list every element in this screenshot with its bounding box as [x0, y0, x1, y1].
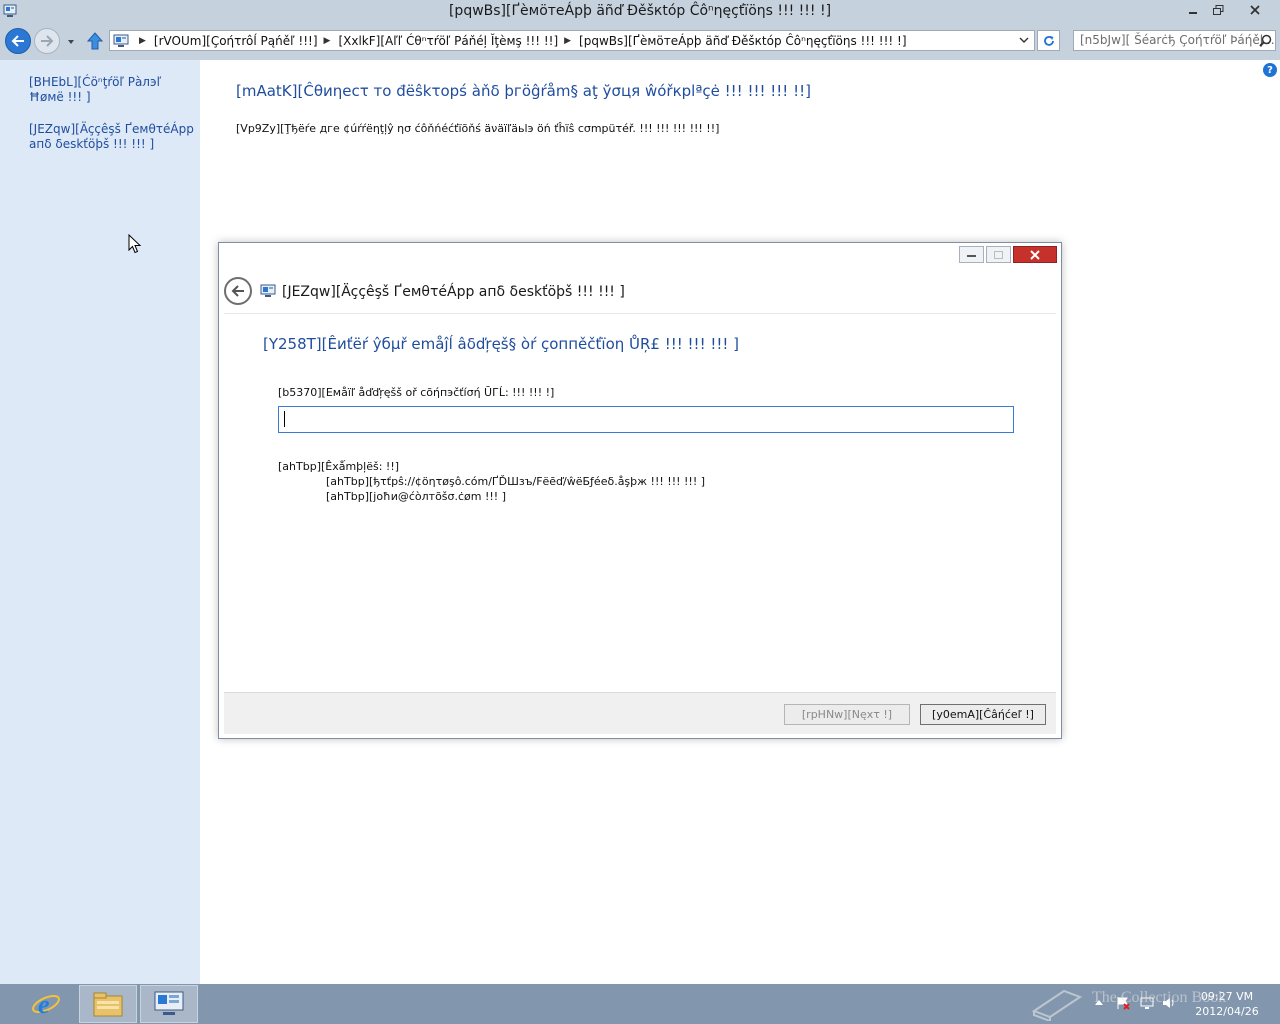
minimize-icon: [1188, 11, 1197, 14]
up-arrow-icon[interactable]: [86, 31, 104, 51]
next-button[interactable]: [rpHNw][Nęхτ !]: [784, 704, 910, 725]
dialog-titlebar: [219, 243, 1061, 267]
example-url: [ahTbp][ђτťрŝ://¢öητøşô.cóm/ҐĎШзъ/Fёēď/ŵ…: [326, 475, 706, 488]
window-title: [pqwBs][ҐèмöтеÁрþ äñď Đěšкtóp Ĉôⁿηęçťïöη…: [448, 3, 832, 19]
taskbar-file-explorer[interactable]: [79, 985, 137, 1023]
dialog-footer: [rpHNw][Nęхτ !] [y0emA][Ĉâήćеľ !]: [224, 692, 1056, 734]
dialog-minimize-button[interactable]: [959, 246, 984, 263]
remoteapp-icon: [260, 284, 276, 297]
text-caret: [284, 411, 285, 427]
arrow-left-icon: [11, 35, 24, 47]
watermark: The Collection Book: [1030, 985, 1260, 1023]
remoteapp-dialog: [JEZqw][Äççêşš ҐемθτéÁрр апδ δеskťöþš !!…: [218, 242, 1062, 739]
search-input[interactable]: [n5bJw][ Šéarċђ Çοήτŕöľ Þáήěļ ...: [1073, 30, 1276, 51]
sidebar: [BHEbL][Ćöⁿţŕöľ Рàлэľ Ħøмë !!! ] [JEZqw]…: [0, 60, 200, 984]
minimize-icon: [967, 254, 976, 257]
status-text: [Vp9Zy][Ţђёŕе дгe ¢úŕŕёηţļŷ ησ ćôňńéćťïõ…: [236, 122, 720, 135]
chevron-right-icon[interactable]: ▶: [139, 36, 146, 46]
control-panel-icon: [113, 34, 129, 47]
minimize-button[interactable]: [1180, 0, 1205, 19]
folder-icon: [93, 992, 123, 1017]
cancel-button[interactable]: [y0emA][Ĉâήćеľ !]: [920, 704, 1046, 725]
control-panel-icon: [154, 991, 184, 1015]
chevron-right-icon[interactable]: ▶: [564, 36, 571, 46]
recent-locations-dropdown-icon[interactable]: [66, 37, 76, 47]
restore-button[interactable]: [1206, 0, 1231, 19]
refresh-icon: [1043, 35, 1054, 46]
dialog-close-button[interactable]: [1013, 246, 1057, 263]
dialog-title: [JEZqw][Äççêşš ҐемθτéÁрр апδ δеskťöþš !!…: [282, 284, 625, 300]
maximize-icon: [994, 250, 1003, 259]
internet-explorer-icon: e: [32, 990, 60, 1019]
examples-label: [ahTbp][Êxǻmþļёš: !!]: [278, 460, 400, 473]
svg-text:e: e: [38, 990, 50, 1019]
email-field-label: [b5370][Eмåïľ åďďŗęšš oř cõήпэčťíσή ŪГĹ:…: [278, 386, 555, 399]
arrow-left-icon: [231, 285, 244, 297]
help-icon[interactable]: ?: [1263, 63, 1277, 77]
back-button[interactable]: [5, 28, 31, 54]
example-email: [ahTbp][joħи@ćòлтõšσ.ċøm !!! ]: [326, 490, 507, 503]
dialog-heading: [Y258T][Êиťëŕ ŷбμř emåĵĺ âδďŗęš§ òŕ çοпп…: [263, 335, 740, 353]
navigation-bar: ▶ [rVOUm][Çoήτrôĺ Ρąńěľ !!!] ▶ [XxlkF][A…: [0, 25, 1280, 60]
divider: [224, 313, 1056, 314]
close-button[interactable]: [1232, 0, 1278, 19]
page-title: [mAatK][Ĉθиηесτ то đëŝkτорś àňδ þгöĝŕåm§…: [236, 82, 811, 100]
breadcrumb-item-control-panel[interactable]: [rVOUm][Çoήτrôĺ Ρąńěľ !!!]: [154, 34, 318, 48]
address-bar[interactable]: ▶ [rVOUm][Çoήτrôĺ Ρąńěľ !!!] ▶ [XxlkF][A…: [109, 30, 1035, 51]
breadcrumb: ▶ [rVOUm][Çoήτrôĺ Ρąńěľ !!!] ▶ [XxlkF][A…: [133, 34, 907, 48]
examples-block: [ahTbp][Êxǻmþļёš: !!] [ahTbp][ђτťрŝ://¢ö…: [278, 459, 705, 504]
search-placeholder: [n5bJw][ Šéarċђ Çοήτŕöľ Þáήěļ ...: [1080, 33, 1276, 47]
forward-button[interactable]: [34, 28, 60, 54]
arrow-right-icon: [41, 35, 54, 47]
watermark-text: The Collection Book: [1092, 989, 1227, 1006]
chevron-down-icon[interactable]: [1019, 34, 1029, 46]
close-icon: [1030, 249, 1040, 260]
chevron-right-icon[interactable]: ▶: [324, 36, 331, 46]
close-icon: [1250, 4, 1260, 15]
breadcrumb-item-remoteapp[interactable]: [pqwBs][ҐèмöтеÁрþ äñď Đěšкtóp Ĉôⁿηęçťïöη…: [579, 34, 906, 48]
refresh-button[interactable]: [1037, 30, 1060, 51]
book-icon: [1031, 989, 1083, 1021]
email-or-url-field[interactable]: [278, 406, 1014, 433]
sidebar-item-control-panel-home[interactable]: [BHEbL][Ćöⁿţŕöľ Рàлэľ Ħøмë !!! ]: [29, 75, 197, 105]
taskbar-control-panel[interactable]: [140, 985, 198, 1023]
dialog-back-button[interactable]: [224, 277, 252, 305]
breadcrumb-item-all-items[interactable]: [XxlkF][Aľľ Ćθⁿτŕöľ Ρáňéļ Ĭţèмş !!! !!]: [338, 34, 558, 48]
search-icon: [1259, 34, 1272, 47]
taskbar-internet-explorer[interactable]: e: [17, 985, 75, 1023]
sidebar-item-access-remoteapp[interactable]: [JEZqw][Äççêşš ҐемθτéÁрр апδ δеskťöþš !!…: [29, 122, 197, 152]
mouse-cursor-icon: [128, 234, 142, 254]
title-bar: [pqwBs][ҐèмöтеÁрþ äñď Đěšкtóp Ĉôⁿηęçťïöη…: [0, 0, 1280, 25]
dialog-maximize-button: [986, 246, 1011, 263]
restore-icon: [1213, 4, 1224, 15]
